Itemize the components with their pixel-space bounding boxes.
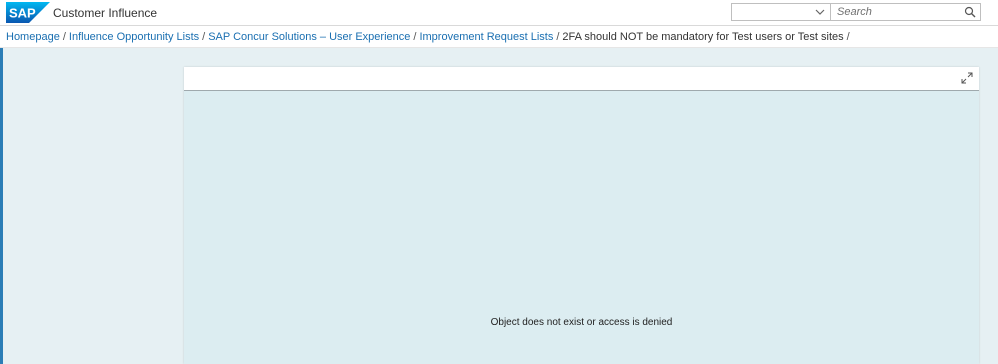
breadcrumb-separator: /: [202, 31, 206, 43]
breadcrumb-link-homepage[interactable]: Homepage: [6, 31, 60, 43]
error-message: Object does not exist or access is denie…: [490, 317, 673, 328]
search-input[interactable]: Search: [830, 3, 981, 21]
search-icon[interactable]: [964, 6, 976, 18]
left-edge-strip: [0, 48, 3, 364]
breadcrumb-link-improvement-request-lists[interactable]: Improvement Request Lists: [419, 31, 553, 43]
app-title: Customer Influence: [53, 6, 158, 20]
sap-logo[interactable]: SAP: [6, 2, 50, 23]
panel-toolbar: [184, 67, 979, 91]
breadcrumb-current: 2FA should NOT be mandatory for Test use…: [562, 31, 844, 43]
breadcrumb: Homepage / Influence Opportunity Lists / SAP…: [0, 26, 998, 48]
breadcrumb-separator: /: [62, 31, 66, 43]
expand-icon[interactable]: [961, 72, 973, 84]
breadcrumb-separator: /: [846, 31, 850, 43]
scope-select[interactable]: [731, 3, 831, 21]
chevron-down-icon: [815, 9, 825, 15]
search-placeholder: Search: [837, 6, 872, 18]
svg-text:SAP: SAP: [9, 6, 36, 21]
breadcrumb-link-concur-ux[interactable]: SAP Concur Solutions – User Experience: [208, 31, 410, 43]
content-panel: Object does not exist or access is denie…: [184, 67, 979, 364]
breadcrumb-link-influence-opportunity-lists[interactable]: Influence Opportunity Lists: [69, 31, 199, 43]
shell-header: SAP Customer Influence Search: [0, 0, 998, 26]
